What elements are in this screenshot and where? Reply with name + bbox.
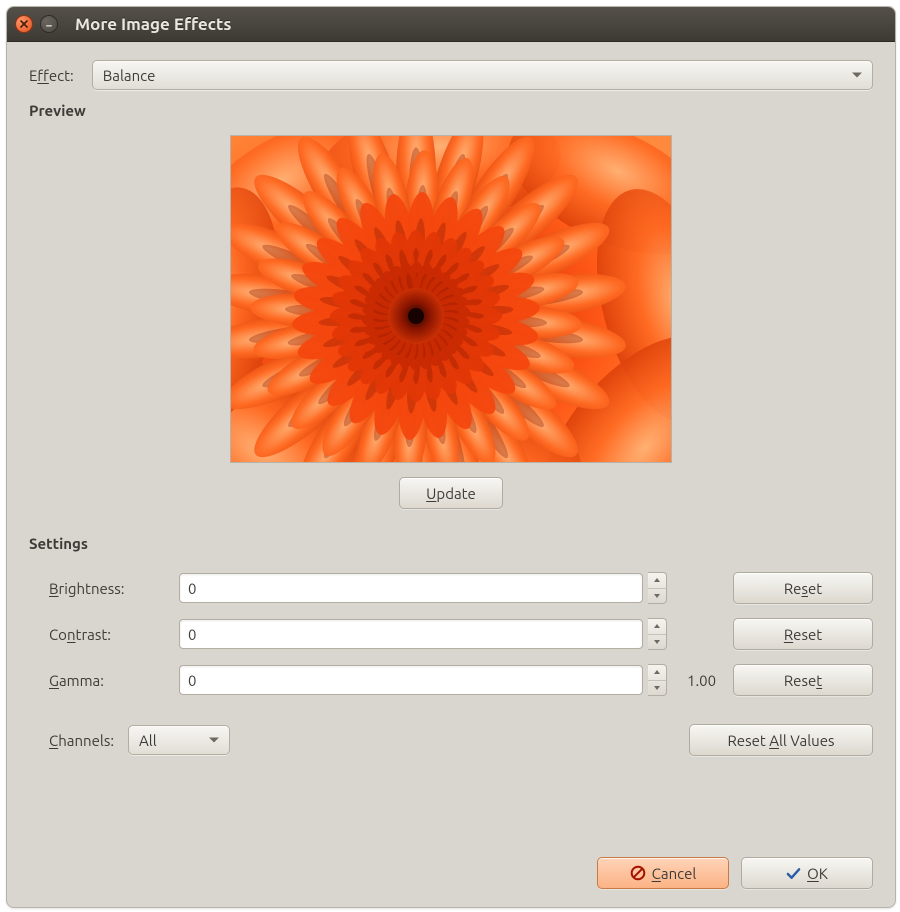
check-icon	[786, 866, 801, 881]
contrast-label: Contrast:	[49, 626, 111, 643]
cancel-icon	[630, 865, 646, 881]
gamma-spinner[interactable]	[648, 664, 667, 696]
spin-down-icon[interactable]	[648, 589, 666, 604]
gamma-input[interactable]: 0	[179, 665, 643, 695]
dialog-footer: Cancel OK	[29, 837, 873, 889]
brightness-reset-button[interactable]: Reset	[733, 572, 873, 604]
spin-up-icon[interactable]	[648, 573, 666, 589]
spin-down-icon[interactable]	[648, 681, 666, 696]
ok-button[interactable]: OK	[741, 857, 873, 889]
cancel-button[interactable]: Cancel	[597, 857, 729, 889]
settings-heading: Settings	[29, 535, 873, 552]
preview-heading: Preview	[29, 102, 873, 119]
brightness-input[interactable]: 0	[179, 573, 643, 603]
reset-all-button[interactable]: Reset All Values	[689, 724, 873, 756]
gamma-label: Gamma:	[49, 672, 104, 689]
update-label: Update	[426, 485, 476, 502]
preview-block: (function(){ var ns="http://www.w3.org/2…	[29, 135, 873, 509]
spin-up-icon[interactable]	[648, 619, 666, 635]
effect-row: Effect: Balance	[29, 60, 873, 90]
effect-value: Balance	[103, 67, 156, 84]
window-title: More Image Effects	[75, 15, 231, 34]
preview-image: (function(){ var ns="http://www.w3.org/2…	[230, 135, 672, 463]
spin-up-icon[interactable]	[648, 665, 666, 681]
brightness-label: Brightness:	[49, 580, 125, 597]
channels-value: All	[139, 732, 157, 749]
minimize-icon	[45, 20, 53, 28]
effect-label: Effect:	[29, 67, 74, 84]
window-minimize-button[interactable]	[40, 15, 58, 33]
dialog-window: More Image Effects Effect: Balance Previ…	[6, 6, 896, 908]
window-close-button[interactable]	[15, 15, 33, 33]
channels-row: Channels: All Reset All Values	[29, 724, 873, 756]
titlebar: More Image Effects	[7, 7, 895, 42]
contrast-input[interactable]: 0	[179, 619, 643, 649]
brightness-spinner[interactable]	[648, 572, 667, 604]
gamma-reset-button[interactable]: Reset	[733, 664, 873, 696]
channels-label: Channels:	[49, 732, 114, 749]
client-area: Effect: Balance Preview	[7, 42, 895, 907]
close-icon	[20, 20, 28, 28]
contrast-spinner[interactable]	[648, 618, 667, 650]
effect-combobox[interactable]: Balance	[92, 60, 873, 90]
dropdown-triangle-icon	[852, 73, 862, 78]
contrast-reset-button[interactable]: Reset	[733, 618, 873, 650]
settings-grid: Brightness: 0 Reset Contrast: 0 Reset	[29, 572, 873, 696]
channels-combobox[interactable]: All	[128, 725, 230, 755]
dropdown-triangle-icon	[209, 738, 219, 743]
spin-down-icon[interactable]	[648, 635, 666, 650]
update-button[interactable]: Update	[399, 477, 503, 509]
